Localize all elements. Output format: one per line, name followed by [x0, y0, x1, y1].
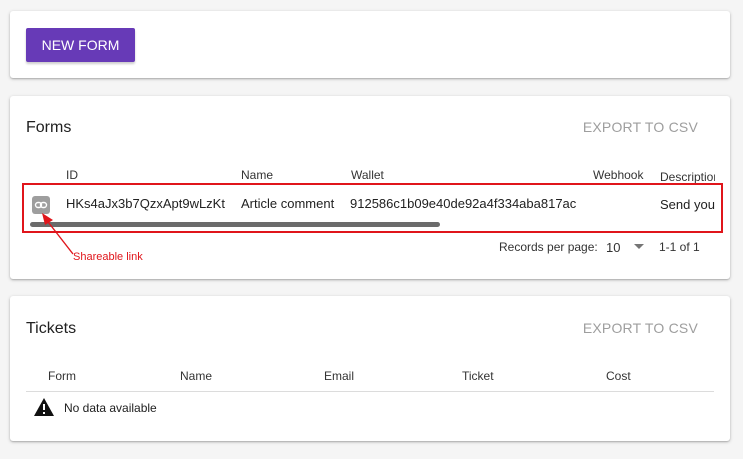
tickets-empty-text: No data available: [64, 401, 157, 415]
tickets-card: Tickets EXPORT TO CSV Form Name Email Ti…: [10, 296, 730, 441]
tickets-col-cost[interactable]: Cost: [606, 369, 631, 383]
tickets-header-divider: [26, 391, 714, 392]
shareable-link-annotation: Shareable link: [73, 251, 143, 263]
tickets-export-csv-button[interactable]: EXPORT TO CSV: [583, 320, 698, 336]
tickets-col-email[interactable]: Email: [324, 369, 354, 383]
tickets-title: Tickets: [26, 320, 77, 337]
tickets-col-ticket[interactable]: Ticket: [462, 369, 494, 383]
tickets-col-name[interactable]: Name: [180, 369, 212, 383]
tickets-col-form[interactable]: Form: [48, 369, 76, 383]
warning-icon: [34, 398, 54, 416]
